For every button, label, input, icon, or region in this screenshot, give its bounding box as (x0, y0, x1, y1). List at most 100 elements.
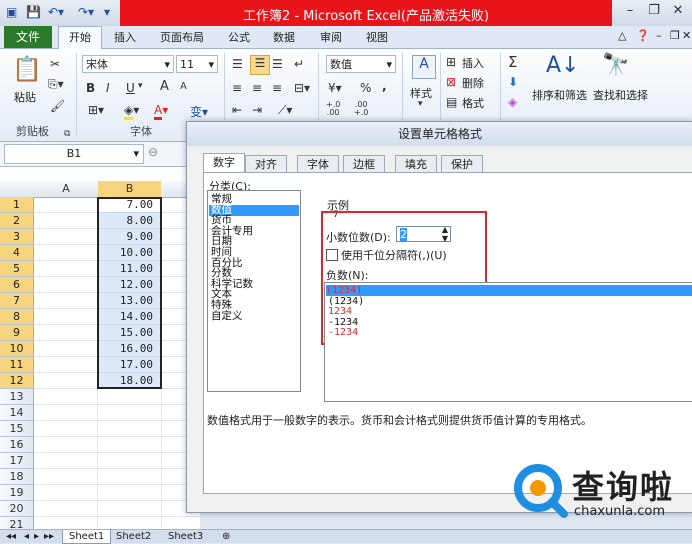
row-header[interactable]: 2 (0, 213, 34, 229)
currency-icon[interactable]: ¥▾ (328, 81, 342, 95)
align-center-icon[interactable]: ≡ (252, 81, 262, 95)
find-select-icon[interactable]: 🔭 (602, 53, 629, 78)
restore-icon[interactable]: ❐ (642, 3, 666, 21)
tab-font[interactable]: 字体 (297, 155, 339, 173)
sheet-tab-2[interactable]: Sheet2 (116, 530, 151, 543)
format-painter-icon[interactable]: 🖌 (50, 99, 65, 113)
cell-b[interactable]: 11.00 (98, 261, 161, 277)
row-header[interactable]: 6 (0, 277, 34, 293)
spinner-arrows-icon[interactable]: ▲ ▼ (442, 225, 448, 243)
row-header[interactable]: 14 (0, 405, 34, 421)
select-all-corner[interactable] (0, 181, 35, 198)
column-header-b[interactable]: B (98, 181, 162, 198)
wrap-text-icon[interactable]: ↵ (294, 57, 304, 71)
category-item[interactable]: 自定义 (211, 310, 243, 322)
customize-qat-icon[interactable]: ▾ (104, 5, 110, 19)
doc-minimize-icon[interactable]: – (656, 29, 662, 42)
styles-icon[interactable]: A (412, 55, 436, 79)
minimize-icon[interactable]: – (618, 3, 642, 21)
align-left-icon[interactable]: ≡ (232, 81, 242, 95)
cell-b[interactable]: 17.00 (98, 357, 161, 373)
cell-b[interactable]: 13.00 (98, 293, 161, 309)
increase-decimal-button[interactable]: +.0 .00 (326, 101, 340, 117)
row-header[interactable]: 19 (0, 485, 34, 501)
worksheet-grid[interactable]: A B 1 7.00 2 8.00 3 9.00 4 10.00 5 11.00 6 12.00 7 13… (0, 167, 201, 533)
tab-page-layout[interactable]: 页面布局 (160, 29, 204, 45)
tab-data[interactable]: 数据 (273, 29, 295, 45)
copy-icon[interactable]: ⎘▾ (48, 77, 64, 92)
cell-b[interactable]: 15.00 (98, 325, 161, 341)
cell-b[interactable]: 16.00 (98, 341, 161, 357)
formula-bar-grip-icon[interactable]: ⊖ (148, 145, 158, 159)
comma-button[interactable]: , (382, 79, 387, 93)
cell-b[interactable]: 14.00 (98, 309, 161, 325)
find-select-label[interactable]: 查找和选择 (593, 87, 648, 103)
clipboard-launcher-icon[interactable]: ⧉ (64, 129, 70, 139)
align-right-icon[interactable]: ≡ (272, 81, 282, 95)
shrink-font-button[interactable]: A (180, 81, 187, 92)
name-box[interactable]: B1 ▾ (4, 144, 144, 164)
tab-protection[interactable]: 保护 (441, 155, 483, 173)
help-icon[interactable]: ❓ (636, 29, 650, 42)
italic-button[interactable]: I (106, 81, 110, 95)
paste-icon[interactable]: 📋 (12, 55, 42, 83)
cell-b[interactable]: 12.00 (98, 277, 161, 293)
percent-button[interactable]: % (360, 81, 371, 95)
sheet-tab-3[interactable]: Sheet3 (168, 530, 203, 543)
increase-indent-icon[interactable]: ⇥ (252, 103, 262, 117)
row-header[interactable]: 13 (0, 389, 34, 405)
tab-review[interactable]: 审阅 (320, 29, 342, 45)
minimize-ribbon-icon[interactable]: △ (618, 29, 626, 42)
chevron-down-icon[interactable]: ▾ (138, 81, 143, 91)
font-color-button[interactable]: A▾ (154, 103, 168, 120)
sheet-nav-last-icon[interactable]: ▸▸ (44, 530, 54, 543)
align-bottom-icon[interactable]: ☰ (272, 57, 283, 71)
sheet-nav-first-icon[interactable]: ◂◂ (6, 530, 16, 543)
row-header[interactable]: 18 (0, 469, 34, 485)
row-header[interactable]: 15 (0, 421, 34, 437)
negative-numbers-list[interactable]: (1234) (1234) 1234 -1234 -1234 (324, 282, 692, 402)
sort-filter-label[interactable]: 排序和筛选 (532, 87, 587, 103)
doc-close-icon[interactable]: ✕ (682, 29, 691, 42)
undo-icon[interactable]: ↶▾ (48, 5, 64, 19)
insert-cells-icon[interactable]: ⊞ (446, 55, 456, 69)
row-header[interactable]: 9 (0, 325, 34, 341)
bold-button[interactable]: B (86, 81, 95, 95)
align-top-icon[interactable]: ☰ (232, 57, 243, 71)
merge-icon[interactable]: ⊟▾ (294, 81, 310, 95)
tab-fill[interactable]: 填充 (395, 155, 437, 173)
negative-option[interactable]: 1234 (328, 306, 352, 317)
cell-b[interactable]: 9.00 (98, 229, 161, 245)
row-header[interactable]: 20 (0, 501, 34, 517)
tab-border[interactable]: 边框 (343, 155, 385, 173)
save-icon[interactable]: 💾 (26, 5, 41, 19)
grow-font-button[interactable]: A (160, 79, 169, 94)
insert-sheet-icon[interactable]: ⊕ (222, 530, 230, 543)
cut-icon[interactable]: ✂ (50, 57, 60, 71)
format-cells-icon[interactable]: ▤ (446, 95, 457, 109)
doc-restore-icon[interactable]: ❐ (670, 29, 680, 42)
tab-number[interactable]: 数字 (203, 153, 245, 174)
tab-view[interactable]: 视图 (366, 29, 388, 45)
border-icon[interactable]: ⊞▾ (88, 103, 104, 117)
fill-icon[interactable]: ⬇ (508, 75, 518, 89)
font-name-box[interactable]: 宋体 ▾ (82, 55, 174, 73)
redo-icon[interactable]: ↷▾ (78, 5, 94, 19)
tab-alignment[interactable]: 对齐 (245, 155, 287, 173)
row-header[interactable]: 17 (0, 453, 34, 469)
font-size-box[interactable]: 11 ▾ (176, 55, 218, 73)
sheet-nav-prev-icon[interactable]: ◂ (24, 530, 29, 543)
negative-option[interactable]: (1234) (326, 285, 692, 296)
negative-option[interactable]: -1234 (328, 327, 358, 338)
fill-color-icon[interactable]: ◈▾ (124, 103, 139, 120)
cell-b[interactable]: 18.00 (98, 373, 161, 389)
number-format-box[interactable]: 数值 ▾ (326, 55, 396, 73)
tab-file[interactable]: 文件 (4, 26, 52, 48)
tab-formulas[interactable]: 公式 (228, 29, 250, 45)
row-header[interactable]: 1 (0, 197, 34, 213)
row-header[interactable]: 10 (0, 341, 34, 357)
cell-b[interactable]: 10.00 (98, 245, 161, 261)
row-header[interactable]: 12 (0, 373, 34, 389)
phonetic-button[interactable]: 变▾ (190, 103, 208, 120)
delete-cells-icon[interactable]: ⊠ (446, 75, 456, 89)
